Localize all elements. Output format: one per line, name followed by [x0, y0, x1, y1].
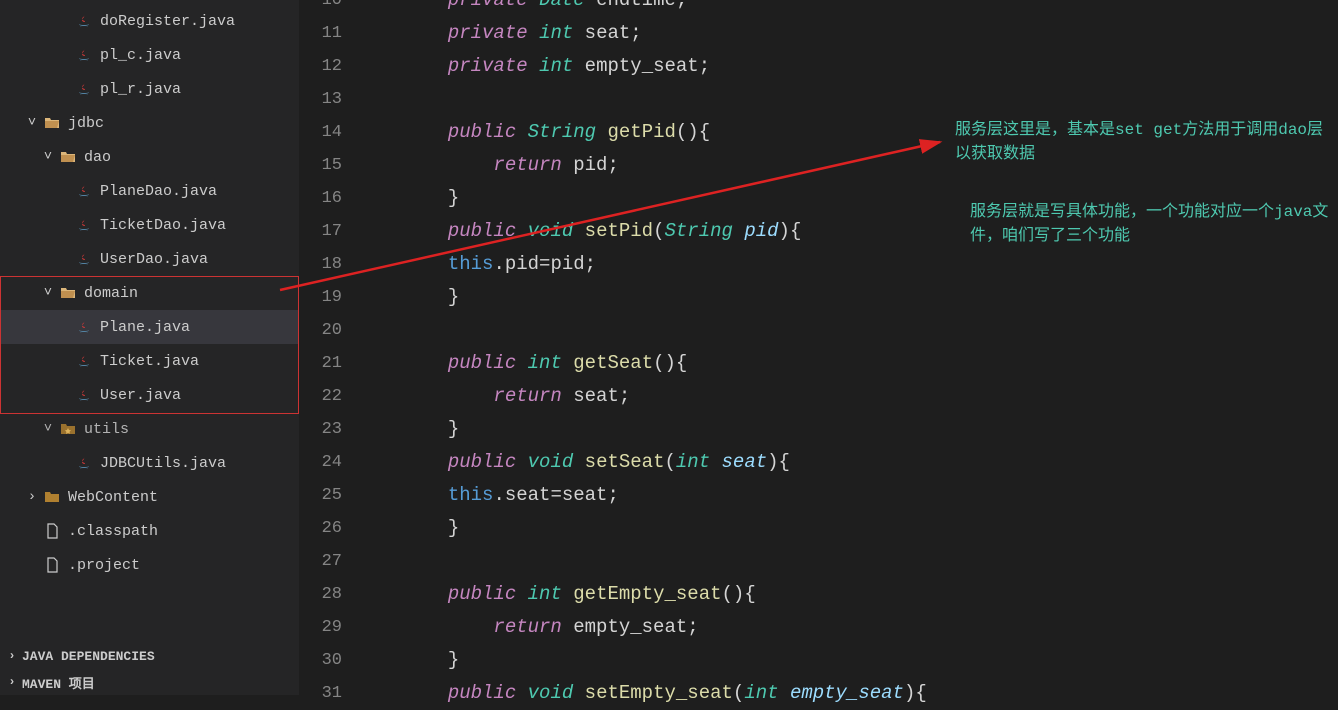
java-icon — [74, 249, 94, 269]
java-icon — [74, 11, 94, 31]
tree-file[interactable]: pl_c.java — [0, 38, 299, 72]
code-line[interactable]: this.pid=pid; — [368, 248, 1338, 281]
chevron-icon: ˅ — [40, 285, 56, 301]
section-label: MAVEN 项目 — [22, 673, 95, 692]
code-line[interactable]: public void setPid(String pid){ — [368, 215, 1338, 248]
java-icon — [74, 45, 94, 65]
tree-folder[interactable]: ˅ jdbc — [0, 106, 299, 140]
java-icon — [74, 181, 94, 201]
folder-open-icon — [58, 147, 78, 167]
tree-item-label: TicketDao.java — [100, 217, 226, 234]
code-content[interactable]: private Date endtime; private int seat; … — [368, 0, 1338, 695]
code-line[interactable]: private int seat; — [368, 17, 1338, 50]
tree-file[interactable]: User.java — [0, 378, 299, 412]
tree-item-label: PlaneDao.java — [100, 183, 217, 200]
code-line[interactable]: } — [368, 644, 1338, 677]
java-icon — [74, 351, 94, 371]
section-maven[interactable]: › MAVEN 项目 — [0, 669, 299, 695]
tree-file[interactable]: Plane.java — [0, 310, 299, 344]
tree-file[interactable]: Ticket.java — [0, 344, 299, 378]
chevron-icon: ˅ — [40, 421, 56, 437]
tree-file[interactable]: PlaneDao.java — [0, 174, 299, 208]
chevron-icon: › — [24, 489, 40, 505]
chevron-icon: ˅ — [40, 149, 56, 165]
folder-open-icon — [58, 283, 78, 303]
tree-file[interactable]: .project — [0, 548, 299, 582]
java-icon — [74, 79, 94, 99]
tree-item-label: User.java — [100, 387, 181, 404]
tree-item-label: Plane.java — [100, 319, 190, 336]
tree-file[interactable]: UserDao.java — [0, 242, 299, 276]
java-icon — [74, 317, 94, 337]
code-editor[interactable]: 1011121314151617181920212223242526272829… — [300, 0, 1338, 695]
folder-special-icon — [58, 419, 78, 439]
tree-folder[interactable]: ˅ domain — [0, 276, 299, 310]
file-icon — [42, 521, 62, 541]
tree-file[interactable]: .classpath — [0, 514, 299, 548]
folder-open-icon — [42, 113, 62, 133]
chevron-icon: ˅ — [24, 115, 40, 131]
chevron-right-icon: › — [4, 674, 20, 690]
tree-folder[interactable]: › WebContent — [0, 480, 299, 514]
code-line[interactable]: public int getSeat(){ — [368, 347, 1338, 380]
tree-item-label: .classpath — [68, 523, 158, 540]
code-line[interactable]: private Date endtime; — [368, 0, 1338, 17]
java-icon — [74, 385, 94, 405]
code-line[interactable]: } — [368, 182, 1338, 215]
tree-file[interactable]: doRegister.java — [0, 4, 299, 38]
code-line[interactable]: public void setSeat(int seat){ — [368, 446, 1338, 479]
code-line[interactable]: } — [368, 281, 1338, 314]
code-line[interactable]: this.seat=seat; — [368, 479, 1338, 512]
tree-file[interactable]: pl_r.java — [0, 72, 299, 106]
code-line[interactable]: private int empty_seat; — [368, 50, 1338, 83]
tree-item-label: dao — [84, 149, 111, 166]
java-icon — [74, 453, 94, 473]
tree-file[interactable]: JDBCUtils.java — [0, 446, 299, 480]
java-icon — [74, 215, 94, 235]
code-line[interactable]: return seat; — [368, 380, 1338, 413]
code-line[interactable]: return empty_seat; — [368, 611, 1338, 644]
code-line[interactable] — [368, 545, 1338, 578]
chevron-right-icon: › — [4, 648, 20, 664]
tree-item-label: domain — [84, 285, 138, 302]
tree-item-label: WebContent — [68, 489, 158, 506]
code-line[interactable] — [368, 314, 1338, 347]
section-label: JAVA DEPENDENCIES — [22, 649, 155, 664]
section-java-dependencies[interactable]: › JAVA DEPENDENCIES — [0, 643, 299, 669]
code-line[interactable]: return pid; — [368, 149, 1338, 182]
tree-folder[interactable]: ˅ utils — [0, 412, 299, 446]
code-line[interactable]: } — [368, 512, 1338, 545]
code-line[interactable]: public String getPid(){ — [368, 116, 1338, 149]
tree-item-label: doRegister.java — [100, 13, 235, 30]
tree-item-label: utils — [84, 421, 129, 438]
code-line[interactable]: } — [368, 413, 1338, 446]
code-line[interactable]: public int getEmpty_seat(){ — [368, 578, 1338, 611]
tree-item-label: pl_r.java — [100, 81, 181, 98]
tree-folder[interactable]: ˅ dao — [0, 140, 299, 174]
file-icon — [42, 555, 62, 575]
tree-item-label: JDBCUtils.java — [100, 455, 226, 472]
tree-item-label: jdbc — [68, 115, 104, 132]
folder-icon — [42, 487, 62, 507]
tree-file[interactable]: TicketDao.java — [0, 208, 299, 242]
code-line[interactable]: public void setEmpty_seat(int empty_seat… — [368, 677, 1338, 710]
line-number-gutter: 1011121314151617181920212223242526272829… — [300, 0, 368, 695]
file-tree[interactable]: doRegister.java pl_c.java pl_r.java ˅ jdbc ˅ d… — [0, 0, 299, 643]
tree-item-label: .project — [68, 557, 140, 574]
tree-item-label: pl_c.java — [100, 47, 181, 64]
file-explorer-sidebar: doRegister.java pl_c.java pl_r.java ˅ jdbc ˅ d… — [0, 0, 300, 695]
tree-item-label: Ticket.java — [100, 353, 199, 370]
tree-item-label: UserDao.java — [100, 251, 208, 268]
code-line[interactable] — [368, 83, 1338, 116]
